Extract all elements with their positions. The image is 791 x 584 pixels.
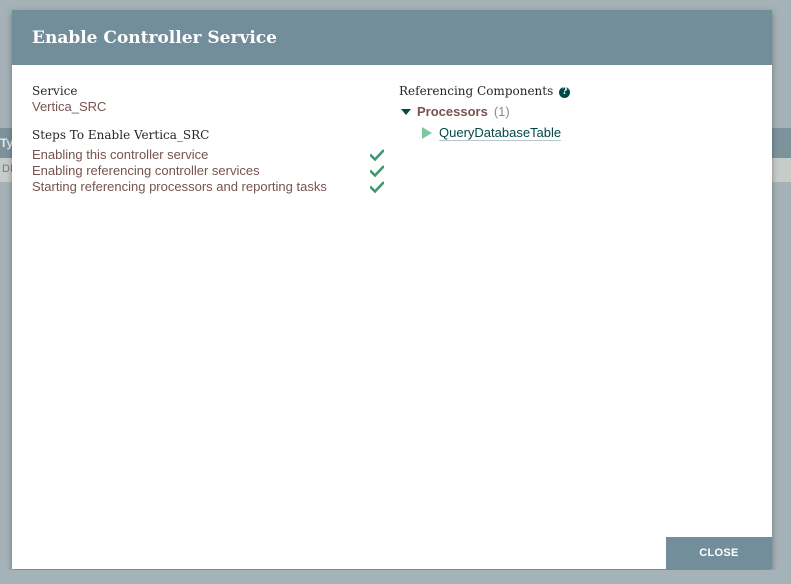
steps-title: Steps To Enable Vertica_SRC bbox=[32, 128, 210, 142]
check-icon bbox=[370, 149, 384, 161]
background-row-text: DI bbox=[2, 163, 12, 175]
processors-group[interactable]: Processors (1) bbox=[399, 104, 759, 120]
step-label: Starting referencing processors and repo… bbox=[32, 179, 327, 194]
processors-group-label: Processors bbox=[417, 104, 488, 119]
check-icon bbox=[370, 165, 384, 177]
processor-item: QueryDatabaseTable bbox=[422, 125, 759, 141]
enable-controller-service-dialog: Enable Controller Service Service Vertic… bbox=[12, 10, 772, 569]
step-enable-referencing-services: Enabling referencing controller services bbox=[32, 163, 392, 179]
referencing-components-title: Referencing Components bbox=[399, 84, 554, 98]
step-enable-service: Enabling this controller service bbox=[32, 147, 392, 163]
dialog-header: Enable Controller Service bbox=[12, 10, 772, 65]
close-button[interactable]: CLOSE bbox=[666, 537, 772, 569]
check-icon bbox=[370, 181, 384, 193]
processor-link[interactable]: QueryDatabaseTable bbox=[439, 125, 562, 141]
question-circle-icon[interactable]: ? bbox=[559, 87, 571, 98]
dialog-title: Enable Controller Service bbox=[32, 27, 277, 48]
background-footer bbox=[0, 570, 791, 584]
service-details: Service Vertica_SRC Steps To Enable Vert… bbox=[32, 84, 392, 195]
step-label: Enabling referencing controller services bbox=[32, 163, 260, 178]
service-value: Vertica_SRC bbox=[32, 99, 107, 114]
caret-down-icon[interactable] bbox=[401, 109, 411, 115]
background-header-text: Ty bbox=[0, 136, 12, 150]
steps-list: Enabling this controller service Enablin… bbox=[32, 147, 392, 195]
referencing-components-header: Referencing Components? bbox=[399, 84, 759, 99]
processors-group-count: (1) bbox=[493, 104, 510, 119]
service-label: Service bbox=[32, 84, 78, 98]
referencing-components: Referencing Components? Processors (1) Q… bbox=[399, 84, 759, 141]
play-icon bbox=[422, 127, 432, 139]
step-label: Enabling this controller service bbox=[32, 147, 209, 162]
step-start-referencing-processors: Starting referencing processors and repo… bbox=[32, 179, 392, 195]
